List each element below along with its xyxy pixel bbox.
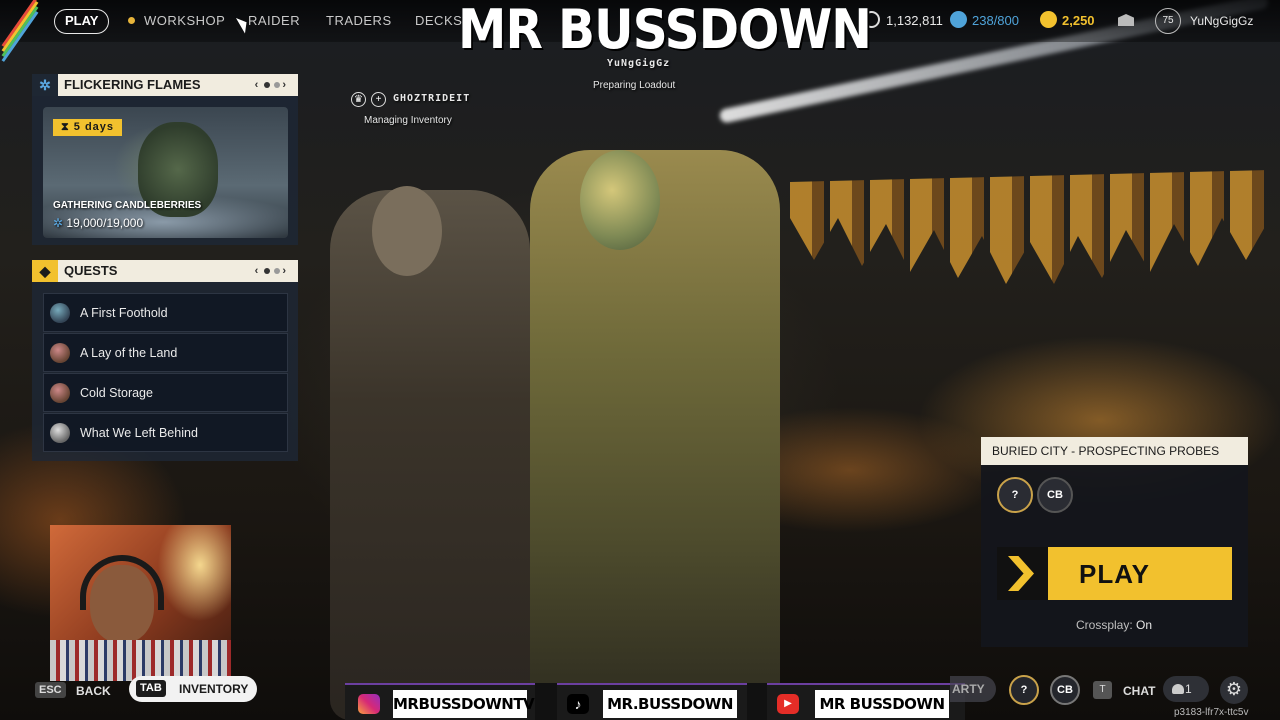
nav-traders-tab[interactable]: TRADERS — [326, 13, 392, 28]
chat-button[interactable]: CHAT — [1123, 684, 1155, 698]
player-level-badge[interactable]: 75 — [1155, 8, 1181, 34]
quests-title: QUESTS — [64, 263, 118, 278]
character-yunggiggz — [530, 150, 780, 720]
nav-workshop-tab[interactable]: WORKSHOP — [144, 13, 225, 28]
social-tiktok: ♪ MR.BUSSDOWN — [557, 683, 747, 720]
quest-giver-avatar — [50, 303, 70, 323]
cb-icon[interactable]: CB — [1050, 675, 1080, 705]
quest-item[interactable]: What We Left Behind — [43, 413, 288, 452]
quests-pager[interactable]: ‹ › — [255, 260, 290, 282]
profile-username[interactable]: YuNgGigGz — [1190, 14, 1253, 28]
game-screen: PLAY WORKSHOP RAIDER TRADERS DECKS 1,132… — [0, 0, 1280, 720]
nav-play-tab[interactable]: PLAY — [54, 9, 110, 34]
plaid-shirt — [50, 640, 231, 681]
headphones — [80, 555, 164, 610]
event-timer: ⧗ 5 days — [53, 119, 123, 136]
quest-item[interactable]: A Lay of the Land — [43, 333, 288, 372]
streamer-webcam — [50, 525, 231, 681]
play-arrow-icon — [997, 547, 1048, 600]
esc-key: ESC — [35, 682, 66, 698]
credits-value: 1,132,811 — [886, 13, 943, 28]
play-label: PLAY — [1079, 559, 1150, 589]
plus-icon: + — [371, 92, 386, 107]
chat-key: T — [1093, 681, 1112, 699]
inventory-label: INVENTORY — [179, 682, 249, 696]
party-label[interactable]: ARTY — [950, 676, 996, 702]
gear-icon: ✲ — [32, 74, 58, 96]
party-member-status: Managing Inventory — [364, 115, 452, 126]
gear-icon: ✲ — [53, 216, 64, 230]
stream-overlay-logo: MR BUSSDOWN — [458, 0, 872, 61]
settings-gear-icon[interactable]: ⚙ — [1220, 676, 1248, 704]
nav-raider-tab[interactable]: RAIDER — [248, 13, 300, 28]
coins-icon — [1040, 11, 1057, 28]
event-title: FLICKERING FLAMES — [64, 77, 201, 92]
voice-option-button[interactable]: ? — [997, 477, 1033, 513]
character-hood — [372, 186, 442, 276]
event-pager[interactable]: ‹ › — [255, 74, 290, 96]
social-youtube: ▶ MR BUSSDOWN — [767, 683, 965, 720]
bank-icon — [950, 11, 967, 28]
voice-chat-icon[interactable]: ? — [1009, 675, 1039, 705]
social-instagram: MRBUSSDOWNTV — [345, 683, 535, 720]
quest-item[interactable]: Cold Storage — [43, 373, 288, 412]
map-title[interactable]: BURIED CITY - PROSPECTING PROBES — [981, 437, 1248, 465]
nav-decks-tab[interactable]: DECKS — [415, 13, 462, 28]
party-member-name: GHOZTRIDEIT — [393, 93, 471, 104]
crossplay-status[interactable]: Crossplay: On — [1076, 618, 1152, 632]
inventory-button[interactable]: TAB INVENTORY — [129, 676, 257, 702]
mail-icon[interactable] — [1118, 14, 1134, 26]
back-button[interactable]: BACK — [76, 684, 111, 698]
bank-value: 238/800 — [972, 13, 1019, 28]
event-task: GATHERING CANDLEBERRIES — [53, 200, 202, 211]
character-ghoztrideit — [330, 190, 530, 720]
tab-key: TAB — [136, 680, 166, 697]
crown-icon: ♛ — [351, 92, 366, 107]
player-tag-status: Preparing Loadout — [593, 80, 676, 91]
quest-giver-avatar — [50, 423, 70, 443]
quest-item[interactable]: A First Foothold — [43, 293, 288, 332]
instagram-icon — [358, 694, 380, 714]
quests-panel-header: ◆ QUESTS ‹ › — [32, 260, 298, 282]
rainbow-stripe-logo — [0, 0, 46, 62]
quest-giver-avatar — [50, 383, 70, 403]
event-panel-header: ✲ FLICKERING FLAMES ‹ › — [32, 74, 298, 96]
session-id: p3183-lfr7x-ttc5v — [1174, 707, 1249, 718]
youtube-icon: ▶ — [777, 694, 799, 714]
quest-giver-avatar — [50, 343, 70, 363]
player-tag-name: YuNgGigGz — [607, 58, 671, 69]
workshop-notification-dot — [128, 17, 135, 24]
character-helmet — [580, 150, 660, 250]
scene-bunting — [790, 170, 1270, 284]
play-button[interactable]: PLAY — [997, 547, 1232, 600]
social-banner: MRBUSSDOWNTV ♪ MR.BUSSDOWN ▶ MR BUSSDOWN — [345, 683, 965, 720]
matchmaking-panel: BURIED CITY - PROSPECTING PROBES — [981, 437, 1248, 647]
friends-icon — [1172, 684, 1184, 694]
friends-button[interactable]: 1 — [1163, 676, 1209, 702]
cb-option-button[interactable]: CB — [1037, 477, 1073, 513]
coins-value: 2,250 — [1062, 13, 1095, 28]
event-card[interactable]: ⧗ 5 days GATHERING CANDLEBERRIES ✲ 19,00… — [43, 107, 288, 238]
quest-diamond-icon: ◆ — [32, 260, 58, 282]
tiktok-icon: ♪ — [567, 694, 589, 714]
event-progress: ✲ 19,000/19,000 — [53, 216, 144, 230]
